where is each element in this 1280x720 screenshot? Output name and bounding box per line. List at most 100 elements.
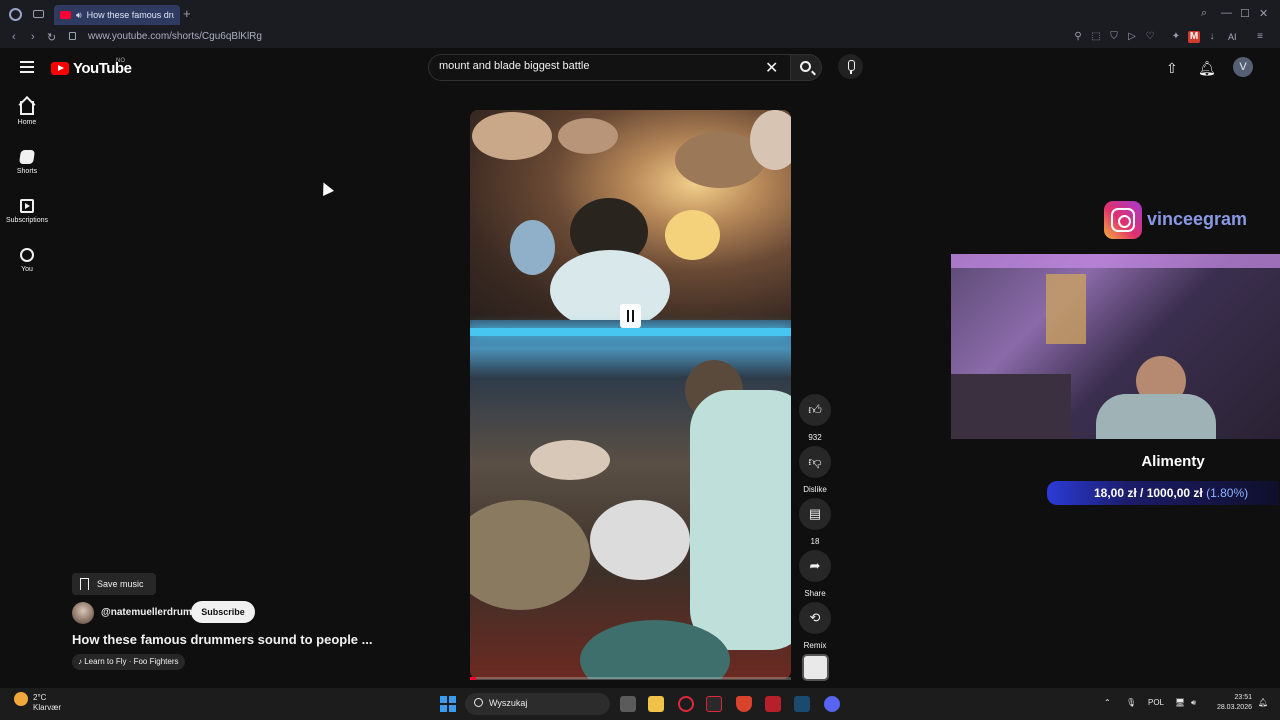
comments-button[interactable]: ▤ 18 xyxy=(799,498,831,546)
extension-m-icon[interactable]: M xyxy=(1188,31,1200,43)
extensions-icon[interactable]: ✦ xyxy=(1170,31,1182,43)
sidebar-item-home[interactable]: Home xyxy=(0,101,54,126)
avatar[interactable]: V xyxy=(1233,57,1253,77)
sidebar-item-label: Subscriptions xyxy=(5,217,49,224)
remix-button[interactable]: ⟲ Remix xyxy=(799,602,831,650)
file-explorer-icon[interactable] xyxy=(648,696,664,712)
task-view-icon[interactable] xyxy=(620,696,636,712)
discord-icon[interactable] xyxy=(824,696,840,712)
ai-button[interactable]: AI xyxy=(1228,32,1237,42)
save-music-button[interactable]: Save music xyxy=(72,573,156,595)
song-link[interactable]: ♪ Learn to Fly · Foo Fighters xyxy=(72,654,185,670)
back-button[interactable]: ‹ xyxy=(12,31,16,43)
menu-icon[interactable]: ≡ xyxy=(1254,31,1266,43)
opera-logo-icon[interactable] xyxy=(9,8,22,21)
pin-icon[interactable]: ⚲ xyxy=(1072,31,1084,43)
clock-time: 23:51 xyxy=(1234,694,1252,701)
volume-icon[interactable]: 🔊︎ xyxy=(1191,698,1196,708)
sidebar-item-label: Shorts xyxy=(16,168,38,175)
youtube-favicon-icon xyxy=(60,11,71,19)
hamburger-menu-icon[interactable] xyxy=(20,61,34,73)
search-input[interactable] xyxy=(439,60,759,72)
steam-icon[interactable] xyxy=(794,696,810,712)
search-icon xyxy=(474,698,483,707)
forward-button[interactable]: › xyxy=(31,31,35,43)
music-thumbnail[interactable] xyxy=(802,654,829,681)
tab-title: How these famous dru xyxy=(86,10,174,20)
minimize-button[interactable]: — xyxy=(1221,7,1232,19)
weather-icon[interactable] xyxy=(14,692,28,706)
clock-date: 28.03.2026 xyxy=(1216,704,1252,711)
video-frame-top xyxy=(470,110,791,330)
shield-icon[interactable]: ⛉ xyxy=(1108,31,1120,43)
snare-drum-shape xyxy=(590,500,690,580)
channel-name[interactable]: @natemuellerdrums xyxy=(101,607,197,618)
upload-icon[interactable]: ⇧ xyxy=(1166,60,1178,77)
terminal-app-icon[interactable] xyxy=(706,696,722,712)
reload-button[interactable]: ↻ xyxy=(47,31,56,44)
notifications-icon[interactable]: 🔔︎ xyxy=(1258,698,1268,707)
subscribe-button[interactable]: Subscribe xyxy=(191,601,255,623)
weather-widget[interactable]: 2°C Klarvær xyxy=(33,693,61,713)
song-label: Learn to Fly · Foo Fighters xyxy=(84,657,179,666)
remix-label: Remix xyxy=(803,641,827,650)
taskbar-search-placeholder: Wyszukaj xyxy=(489,698,528,708)
tab-youtube[interactable]: 🔊︎ How these famous dru xyxy=(54,5,180,25)
youtube-logo[interactable]: YouTube NO xyxy=(51,58,132,77)
shorts-video-player[interactable] xyxy=(470,110,791,679)
new-tab-button[interactable]: + xyxy=(183,6,191,21)
dislike-button[interactable]: 👎︎ Dislike xyxy=(799,446,831,494)
voice-app-icon[interactable] xyxy=(765,696,781,712)
mouse-cursor-icon xyxy=(318,180,334,196)
notifications-bell-icon[interactable]: 🔔︎ xyxy=(1198,60,1216,77)
desk-shape xyxy=(951,374,1071,439)
drum-shape xyxy=(665,210,720,260)
video-progress-bar[interactable] xyxy=(470,677,791,680)
sidebar-item-you[interactable]: You xyxy=(0,248,54,273)
maximize-button[interactable]: ☐ xyxy=(1240,7,1250,20)
share-button[interactable]: ➦ Share xyxy=(799,550,831,598)
ceiling-light-shape xyxy=(951,254,1280,268)
lock-icon[interactable] xyxy=(69,32,76,40)
close-window-button[interactable]: ✕ xyxy=(1259,7,1268,20)
search-button[interactable] xyxy=(790,54,822,81)
windows-taskbar xyxy=(0,688,1280,720)
voice-search-icon[interactable] xyxy=(838,54,863,79)
language-indicator[interactable]: POL xyxy=(1148,698,1164,707)
window-light-shape xyxy=(1046,274,1086,344)
youtube-play-icon xyxy=(51,62,69,75)
search-icon xyxy=(800,61,811,72)
taskbar-search[interactable]: Wyszukaj xyxy=(465,693,610,715)
opera-gx-icon[interactable] xyxy=(678,696,694,712)
shield-app-icon[interactable] xyxy=(736,696,752,712)
sidebar-item-subscriptions[interactable]: Subscriptions xyxy=(0,199,54,224)
cymbal-shape xyxy=(472,112,552,160)
taskbar-clock[interactable]: 23:51 28.03.2026 xyxy=(1212,693,1252,713)
sidebar-item-shorts[interactable]: Shorts xyxy=(0,150,54,175)
browser-tab-bar: 🔊︎ How these famous dru + ⌕ — ☐ ✕ xyxy=(0,0,1280,28)
player-icon[interactable]: ▷ xyxy=(1126,31,1138,43)
microphone-tray-icon[interactable]: 🎙︎ xyxy=(1126,698,1136,707)
video-title[interactable]: How these famous drummers sound to peopl… xyxy=(72,632,373,647)
weather-desc: Klarvær xyxy=(33,703,62,712)
snapshot-icon[interactable]: ⬚ xyxy=(1090,31,1102,43)
browser-search-icon[interactable]: ⌕ xyxy=(1201,7,1207,20)
tray-chevron-icon[interactable]: ⌃ xyxy=(1104,698,1111,707)
heart-icon[interactable]: ♡ xyxy=(1144,31,1156,43)
pause-icon[interactable] xyxy=(620,304,641,328)
windows-start-icon[interactable] xyxy=(440,696,456,712)
bookmark-icon xyxy=(80,578,89,590)
url-field[interactable]: www.youtube.com/shorts/Cgu6qBlKlRg xyxy=(88,31,262,42)
channel-avatar[interactable] xyxy=(72,602,94,624)
tab-switcher-icon[interactable] xyxy=(33,10,44,18)
comment-icon: ▤ xyxy=(808,506,822,521)
like-count: 932 xyxy=(808,433,822,442)
drummer-shirt-shape xyxy=(550,250,670,330)
like-button[interactable]: 👍︎ 932 xyxy=(799,394,831,442)
cymbal-shape xyxy=(558,118,618,154)
clear-search-icon[interactable]: ✕ xyxy=(765,58,778,78)
cymbal-shape xyxy=(470,500,590,610)
speaker-icon[interactable]: 🔊︎ xyxy=(76,10,82,21)
network-icon[interactable]: 🖥︎ xyxy=(1175,698,1185,707)
download-icon[interactable]: ↓ xyxy=(1206,31,1218,43)
